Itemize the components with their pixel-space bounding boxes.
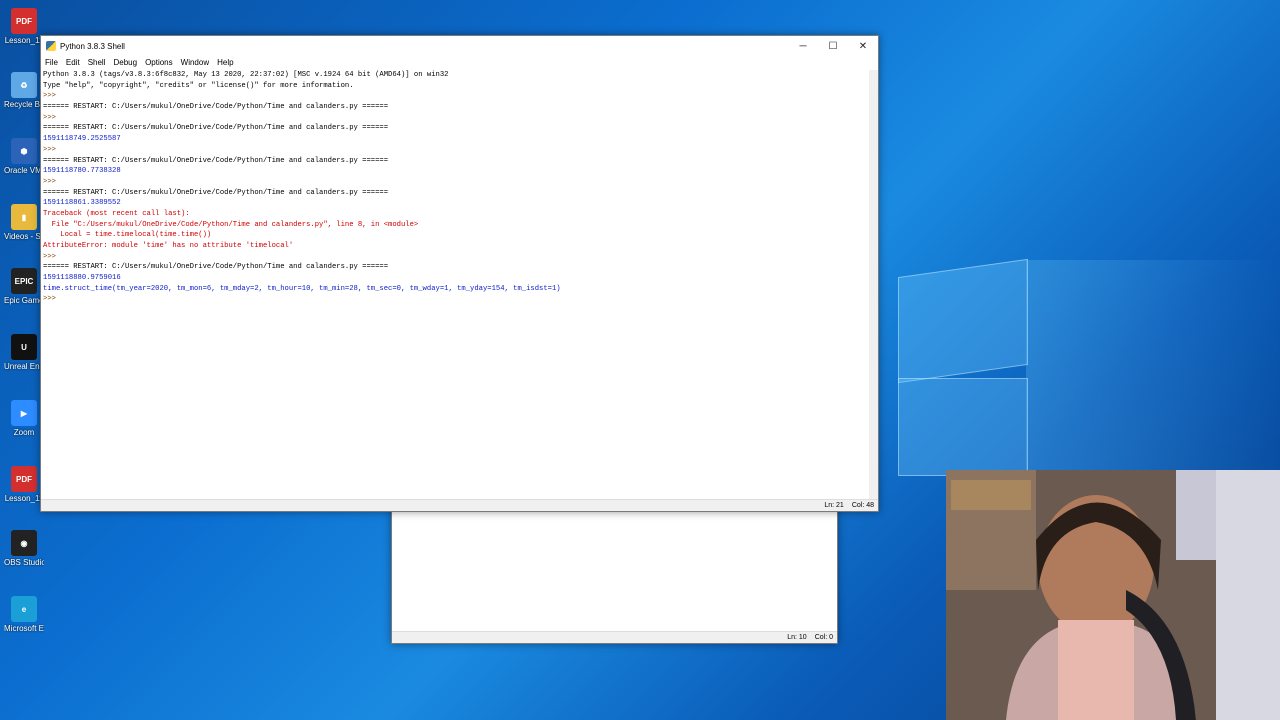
shell-line: Python 3.8.3 (tags/v3.8.3:6f8c832, May 1…: [43, 71, 449, 79]
menu-edit[interactable]: Edit: [62, 58, 84, 67]
obs-icon: ◉: [11, 530, 37, 556]
menu-file[interactable]: File: [41, 58, 62, 67]
desktop-icon-label: Recycle Bin: [4, 100, 44, 109]
shell-line: time.struct_time(tm_year=2020, tm_mon=6,…: [43, 284, 561, 293]
desktop-icon-label: Epic Games Launcher: [4, 296, 44, 305]
menu-help[interactable]: Help: [213, 58, 237, 67]
python-icon: [46, 41, 56, 51]
virtualbox-icon: ⬢: [11, 138, 37, 164]
line-indicator: Ln: 21: [824, 502, 844, 509]
desktop-icon[interactable]: EPIC Epic Games Launcher: [4, 268, 44, 305]
desktop-icon-label: Videos - Shortcut: [4, 232, 44, 241]
desktop-icon[interactable]: PDF Lesson_11: [4, 466, 44, 503]
webcam-overlay: [946, 470, 1280, 720]
maximize-button[interactable]: ☐: [818, 36, 848, 56]
shell-line: File "C:/Users/mukul/OneDrive/Code/Pytho…: [43, 220, 419, 229]
shell-line: ====== RESTART: C:/Users/mukul/OneDrive/…: [43, 156, 389, 165]
shell-line: >>>: [43, 295, 61, 304]
python-shell-window[interactable]: Python 3.8.3 Shell ─ ☐ ✕ File Edit Shell…: [40, 35, 879, 512]
shell-line: AttributeError: module 'time' has no att…: [43, 242, 294, 250]
desktop-icon-label: Unreal Engine: [4, 362, 44, 371]
vertical-scrollbar[interactable]: [869, 70, 878, 500]
menu-options[interactable]: Options: [141, 58, 177, 67]
desktop-icon-label: Lesson_11: [4, 494, 44, 503]
column-indicator: Col: 48: [851, 502, 874, 509]
epic-games-icon: EPIC: [11, 268, 37, 294]
menu-bar: File Edit Shell Debug Options Window Hel…: [41, 56, 878, 69]
recycle-bin-icon: ♻: [11, 72, 37, 98]
desktop-icon[interactable]: ♻ Recycle Bin: [4, 72, 44, 109]
shell-line: Type "help", "copyright", "credits" or "…: [43, 81, 354, 90]
desktop-icon[interactable]: ⬢ Oracle VM VirtualBox: [4, 138, 44, 175]
status-bar: Ln: 21 Col: 48: [41, 499, 878, 511]
status-bar: Ln: 10 Col: 0: [392, 631, 837, 643]
shell-line: >>>: [43, 252, 61, 261]
windows-logo-pane-tl: [898, 258, 1028, 384]
shell-line: Local = time.timelocal(time.time()): [43, 231, 212, 240]
shell-line: ====== RESTART: C:/Users/mukul/OneDrive/…: [43, 188, 389, 197]
zoom-icon: ▶: [11, 400, 37, 426]
shell-line: 1591118749.2525587: [43, 135, 121, 144]
shell-line: 1591118880.9759016: [43, 274, 121, 283]
close-button[interactable]: ✕: [848, 36, 878, 56]
desktop-icon-label: Zoom: [13, 428, 35, 437]
shell-line: ====== RESTART: C:/Users/mukul/OneDrive/…: [43, 103, 389, 112]
unreal-engine-icon: U: [11, 334, 37, 360]
shell-line: 1591118780.7738328: [43, 167, 121, 176]
webcam-feed-image: [946, 470, 1280, 720]
background-editor-window[interactable]: Ln: 10 Col: 0: [391, 505, 838, 644]
line-indicator: Ln: 10: [787, 634, 807, 641]
desktop-icon-label: Lesson_11: [4, 36, 44, 45]
shell-text-area[interactable]: Python 3.8.3 (tags/v3.8.3:6f8c832, May 1…: [43, 70, 868, 500]
desktop-icon[interactable]: ◉ OBS Studio: [4, 530, 44, 567]
shell-line: ====== RESTART: C:/Users/mukul/OneDrive/…: [43, 124, 389, 133]
shell-line: >>>: [43, 92, 61, 101]
desktop-icon-label: Oracle VM VirtualBox: [4, 166, 44, 175]
menu-shell[interactable]: Shell: [84, 58, 110, 67]
shell-line: >>>: [43, 113, 61, 122]
menu-debug[interactable]: Debug: [109, 58, 141, 67]
minimize-button[interactable]: ─: [788, 36, 818, 56]
shell-line: >>>: [43, 177, 61, 186]
light-beam: [1026, 260, 1280, 480]
pdf-icon: PDF: [11, 466, 37, 492]
edge-icon: e: [11, 596, 37, 622]
folder-icon: ▮: [11, 204, 37, 230]
desktop-icon[interactable]: e Microsoft Edge: [4, 596, 44, 633]
window-title: Python 3.8.3 Shell: [60, 41, 125, 51]
shell-line: Traceback (most recent call last):: [43, 209, 190, 218]
menu-window[interactable]: Window: [177, 58, 213, 67]
desktop-icon-label: Microsoft Edge: [4, 624, 44, 633]
desktop-icon-label: OBS Studio: [4, 558, 44, 567]
desktop-icon[interactable]: U Unreal Engine: [4, 334, 44, 371]
shell-line: >>>: [43, 145, 61, 154]
windows-logo-pane-bl: [898, 378, 1028, 476]
desktop-icon[interactable]: ▮ Videos - Shortcut: [4, 204, 44, 241]
desktop-icon[interactable]: ▶ Zoom: [4, 400, 44, 437]
shell-line: 1591118861.3389552: [43, 199, 121, 208]
shell-line: ====== RESTART: C:/Users/mukul/OneDrive/…: [43, 263, 389, 272]
title-bar[interactable]: Python 3.8.3 Shell ─ ☐ ✕: [41, 36, 878, 56]
column-indicator: Col: 0: [814, 634, 833, 641]
desktop-icon[interactable]: PDF Lesson_11: [4, 8, 44, 45]
pdf-icon: PDF: [11, 8, 37, 34]
